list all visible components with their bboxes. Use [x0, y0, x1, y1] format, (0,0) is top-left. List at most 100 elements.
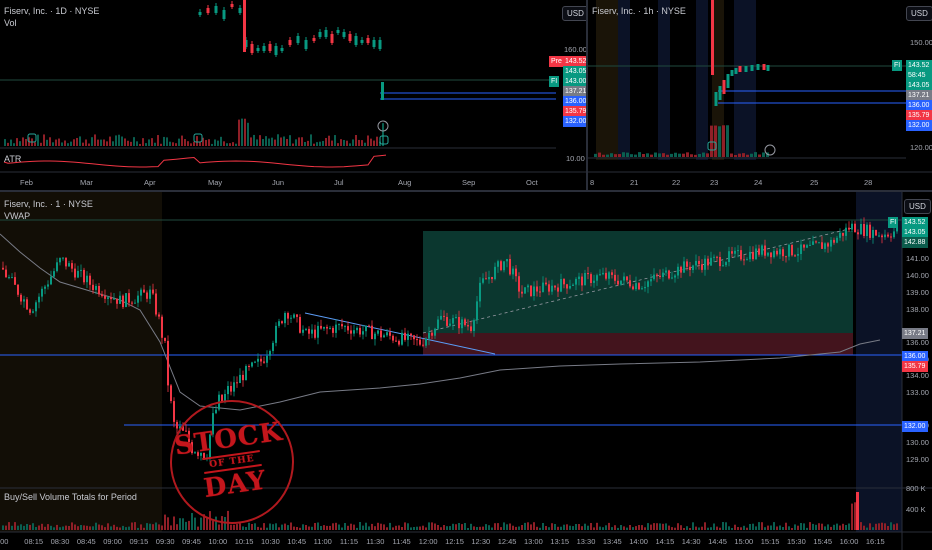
volume-bar	[119, 527, 121, 530]
volume-bar	[581, 526, 583, 530]
volume-bar	[431, 522, 433, 530]
x-axis-label: 28	[864, 178, 873, 187]
x-axis-label: 15:00	[734, 537, 754, 546]
volume-bar	[58, 138, 60, 146]
volume-bar	[184, 139, 186, 146]
volume-bar	[349, 143, 351, 146]
volume-bar	[578, 524, 580, 530]
volume-bar	[872, 527, 874, 530]
currency-button[interactable]: USD	[904, 199, 931, 214]
volume-bar	[80, 525, 82, 530]
y-axis-label: 10.00	[566, 154, 585, 163]
candle	[214, 6, 218, 13]
candle	[842, 232, 844, 236]
candle	[407, 333, 409, 340]
candle	[77, 270, 79, 278]
candle	[623, 276, 625, 281]
daily-chart-pane[interactable]: Fiserv, Inc. · 1D · NYSE Vol ATR USD 160…	[0, 0, 586, 190]
volume-bar	[530, 524, 532, 530]
candle	[758, 248, 760, 255]
candle	[280, 48, 284, 51]
candle	[488, 277, 490, 280]
volume-bar	[323, 525, 325, 530]
daily-chart-canvas[interactable]	[0, 0, 586, 190]
x-axis-label: 11:45	[392, 537, 411, 546]
volume-bar	[98, 524, 100, 530]
volume-bar	[347, 525, 349, 530]
pane-separator-vertical[interactable]	[586, 0, 588, 190]
candle	[389, 332, 391, 336]
volume-bar	[325, 138, 327, 146]
volume-bar	[818, 523, 820, 530]
volume-bar	[155, 522, 157, 530]
volume-bar	[434, 523, 436, 530]
x-axis-label: :00	[0, 537, 9, 546]
volume-bar	[642, 153, 645, 157]
candle	[353, 330, 355, 334]
volume-bar	[560, 526, 562, 530]
price-tag-value: 137.21	[565, 88, 586, 95]
currency-button[interactable]: USD	[562, 6, 586, 21]
volume-bar	[95, 522, 97, 530]
volume-bar	[365, 522, 367, 530]
volume-bar	[482, 526, 484, 530]
volume-bar	[290, 522, 292, 530]
candle	[485, 278, 487, 280]
x-axis-label: Mar	[80, 178, 93, 187]
candle	[299, 317, 301, 333]
volume-bar	[355, 134, 357, 146]
candle	[518, 276, 520, 292]
intraday-chart-canvas[interactable]	[0, 192, 932, 550]
price-tag-value: 135.79	[565, 108, 586, 115]
closing-volume-spike	[856, 492, 859, 530]
volume-bar	[704, 522, 706, 530]
volume-bar	[311, 526, 313, 530]
candle	[59, 258, 61, 263]
candle	[734, 250, 736, 254]
volume-bar	[638, 525, 640, 530]
volume-bar	[644, 527, 646, 530]
candle	[887, 234, 889, 237]
volume-bar	[190, 143, 192, 146]
volume-bar	[635, 526, 637, 530]
volume-bar	[680, 525, 682, 530]
volume-bar	[630, 154, 633, 157]
candle	[251, 362, 253, 367]
candle	[446, 317, 448, 326]
volume-bar	[382, 123, 384, 146]
volume-bar	[41, 523, 43, 530]
volume-bar	[419, 526, 421, 530]
volume-bar	[160, 143, 162, 146]
volume-bar	[851, 503, 853, 530]
candle	[701, 264, 703, 270]
volume-bar	[725, 522, 727, 530]
volume-bar	[682, 153, 685, 157]
x-axis-label: 12:45	[497, 537, 517, 546]
price-tag-symbol: FI	[549, 76, 560, 87]
candle	[284, 313, 286, 324]
price-tag: 132.00	[902, 421, 928, 432]
volume-bar	[590, 523, 592, 530]
volume-bar	[106, 141, 108, 146]
volume-bar	[779, 525, 781, 530]
volume-bar	[694, 154, 697, 157]
intraday-chart-pane[interactable]: Fiserv, Inc. · 1 · NYSE VWAP Buy/Sell Vo…	[0, 192, 932, 550]
candle	[587, 273, 589, 275]
candle	[638, 283, 640, 290]
hourly-chart-pane[interactable]: Fiserv, Inc. · 1h · NYSE USD 150.00 120.…	[588, 0, 932, 190]
volume-bar	[821, 523, 823, 530]
volume-bar	[91, 137, 93, 146]
currency-button[interactable]: USD	[906, 6, 932, 21]
x-axis-label: 09:30	[155, 537, 175, 546]
volume-bar	[65, 525, 67, 530]
candle	[254, 361, 256, 363]
volume-bar	[473, 526, 475, 530]
volume-bar	[286, 138, 288, 146]
x-axis-label: 12:00	[418, 537, 438, 546]
volume-bar	[308, 526, 310, 530]
volume-bar	[199, 142, 201, 146]
candle	[377, 330, 379, 334]
volume-bar	[674, 152, 677, 157]
hourly-chart-canvas[interactable]	[588, 0, 932, 190]
volume-bar	[71, 522, 73, 530]
